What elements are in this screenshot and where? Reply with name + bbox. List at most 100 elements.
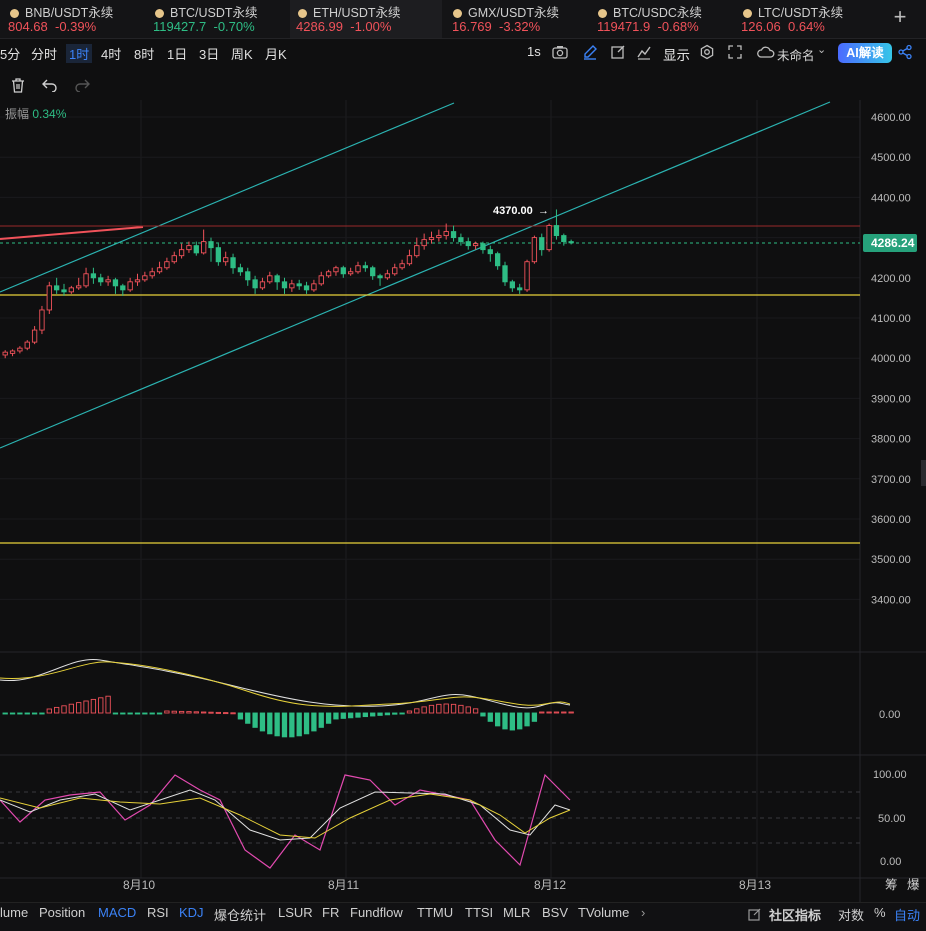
candle-body: [274, 275, 280, 283]
chips-toggle[interactable]: 筹: [885, 877, 898, 892]
macd-histogram-bar: [68, 703, 75, 714]
price-axis[interactable]: 4600.004500.004400.004300.004200.004100.…: [871, 112, 911, 606]
macd-histogram-bar: [281, 712, 288, 738]
candle-body: [259, 281, 266, 289]
ticker-symbol: GMX/USDT永续: [468, 6, 559, 20]
ticker-symbol: LTC/USDT永续: [758, 6, 844, 20]
camera-icon[interactable]: [552, 45, 568, 59]
liquidation-toggle[interactable]: 爆: [907, 878, 920, 892]
timeframe-1d[interactable]: 1日: [167, 44, 187, 63]
edit-indicator-icon[interactable]: [748, 908, 762, 922]
macd-histogram-bar: [267, 712, 273, 735]
candle-body: [237, 267, 244, 273]
display-button[interactable]: 显示: [663, 44, 690, 64]
timeframe-8h[interactable]: 8时: [134, 44, 154, 63]
candle-body: [171, 255, 177, 263]
indicator-rsi[interactable]: RSI: [147, 905, 169, 920]
candle-body: [355, 265, 361, 273]
macd-histogram-bar: [370, 712, 376, 717]
edit-frame-icon[interactable]: [610, 44, 626, 60]
candle-body: [46, 285, 52, 311]
arrow-right-icon: →: [538, 205, 549, 217]
ticker-change: 0.64%: [788, 19, 825, 34]
ticker-bnb[interactable]: BNB/USDT永续 804.68 -0.39%: [0, 0, 140, 38]
percent-scale-toggle[interactable]: %: [874, 905, 886, 920]
chevron-down-icon[interactable]: ⌄: [817, 43, 826, 56]
fullscreen-icon[interactable]: [727, 44, 743, 60]
amplitude-readout: 振幅 0.34%: [5, 105, 66, 122]
ticker-gmx[interactable]: GMX/USDT永续 16.769 -3.32%: [445, 0, 585, 38]
timeframe-4h[interactable]: 4时: [101, 44, 121, 63]
indicator-icon[interactable]: [636, 44, 652, 60]
price-axis-label: 4500.00: [871, 152, 911, 164]
macd-histogram-bar: [568, 711, 574, 714]
macd-histogram-bar: [193, 711, 199, 714]
auto-scale-toggle[interactable]: 自动: [894, 905, 920, 924]
layout-name[interactable]: 未命名: [777, 45, 815, 64]
price-axis-label: 4600.00: [871, 112, 911, 124]
indicator-kdj[interactable]: KDJ: [179, 905, 204, 920]
indicator-liquidation[interactable]: 爆仓统计: [214, 905, 266, 924]
indicator-ttsi[interactable]: TTSI: [465, 905, 493, 920]
ticker-btc-usdc[interactable]: BTC/USDC永续 119471.9 -0.68%: [590, 0, 730, 38]
candle-body: [200, 241, 207, 254]
indicator-ttmu[interactable]: TTMU: [417, 905, 453, 920]
timeframe-1h[interactable]: 1时: [66, 44, 93, 63]
timeframe-week[interactable]: 周K: [231, 44, 253, 63]
macd-histogram-bar: [325, 712, 332, 724]
candle-body: [39, 309, 45, 331]
scroll-handle[interactable]: [921, 460, 926, 486]
vertical-grid: [140, 100, 758, 878]
candle-body: [149, 271, 155, 277]
interval-1s[interactable]: 1s: [527, 44, 541, 59]
indicator-fr[interactable]: FR: [322, 905, 339, 920]
timeframe-line[interactable]: 分时: [31, 44, 57, 63]
macd-histogram-bar: [98, 697, 104, 714]
undo-icon[interactable]: [41, 78, 59, 92]
candle-body: [428, 237, 435, 241]
indicator-mlr[interactable]: MLR: [503, 905, 530, 920]
indicator-tvolume[interactable]: TVolume: [578, 905, 629, 920]
candle-body: [267, 275, 273, 283]
chevron-right-icon[interactable]: ›: [641, 905, 645, 920]
indicator-volume[interactable]: lume: [0, 905, 28, 920]
macd-histogram-bar: [362, 712, 368, 718]
ticker-btc[interactable]: BTC/USDT永续 119427.7 -0.70%: [145, 0, 285, 38]
macd-histogram-bar: [134, 712, 141, 715]
coin-icon: [598, 9, 607, 18]
indicator-lsur[interactable]: LSUR: [278, 905, 313, 920]
redo-icon[interactable]: [73, 78, 91, 92]
macd-histogram-bar: [355, 712, 361, 718]
indicator-fundflow[interactable]: Fundflow: [350, 905, 403, 920]
macd-histogram-bar: [274, 712, 280, 737]
macd-histogram-bar: [472, 708, 479, 714]
share-icon[interactable]: [897, 44, 913, 60]
macd-histogram-bar: [31, 712, 38, 715]
price-chart[interactable]: 4370.00 → 4600.004500.004400.004300.0042…: [0, 100, 926, 902]
timeframe-5m[interactable]: 5分: [0, 44, 20, 63]
log-scale-toggle[interactable]: 对数: [838, 905, 864, 924]
pencil-icon[interactable]: [582, 44, 598, 60]
macd-histogram-bar: [17, 712, 23, 715]
indicator-macd[interactable]: MACD: [98, 905, 136, 920]
ticker-eth[interactable]: ETH/USDT永续 4286.99 -1.00%: [290, 0, 442, 38]
coin-icon: [743, 9, 752, 18]
trash-icon[interactable]: [10, 77, 26, 94]
ticker-change: -0.39%: [55, 19, 97, 34]
timeframe-month[interactable]: 月K: [265, 44, 287, 63]
timeframe-3d[interactable]: 3日: [199, 44, 219, 63]
candle-body: [31, 329, 38, 343]
add-ticker-icon[interactable]: +: [888, 6, 912, 30]
indicator-bsv[interactable]: BSV: [542, 905, 568, 920]
macd-histogram-bar: [487, 712, 493, 722]
horizontal-grid: [0, 116, 860, 600]
candle-body: [68, 287, 75, 293]
indicator-position[interactable]: Position: [39, 905, 85, 920]
ticker-symbol: ETH/USDT永续: [313, 6, 401, 20]
price-axis-label: 3500.00: [871, 554, 911, 566]
settings-icon[interactable]: [699, 44, 715, 60]
community-indicators[interactable]: 社区指标: [769, 905, 821, 924]
ticker-ltc[interactable]: LTC/USDT永续 126.06 0.64%: [735, 0, 875, 38]
ai-analysis-button[interactable]: AI解读: [838, 43, 892, 63]
channel-lower-line[interactable]: [0, 101, 831, 449]
